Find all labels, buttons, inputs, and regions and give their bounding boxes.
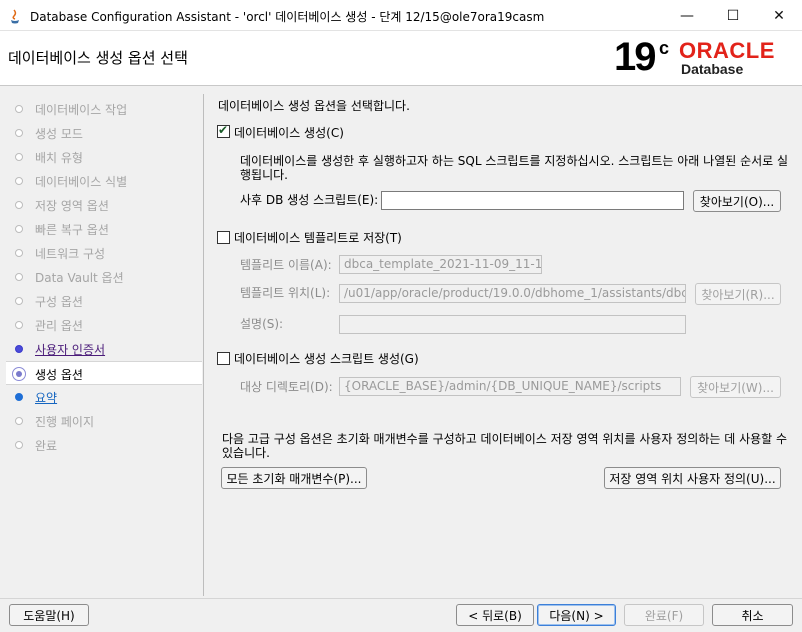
cancel-button[interactable]: 취소 — [712, 604, 793, 626]
create-db-label[interactable]: 데이터베이스 생성(C) — [234, 124, 344, 141]
template-name-input[interactable]: dbca_template_2021-11-09_11-18- — [339, 255, 542, 274]
step-label: 요약 — [35, 391, 58, 405]
step-item[interactable]: 사용자 인증서 — [6, 337, 202, 361]
dest-dir-label: 대상 디렉토리(D): — [240, 380, 333, 394]
step-status-icon — [15, 177, 23, 185]
step-label: 완료 — [35, 439, 58, 453]
step-status-icon — [15, 393, 23, 401]
title-bar: Database Configuration Assistant - 'orcl… — [0, 0, 802, 31]
step-status-icon — [15, 225, 23, 233]
next-button[interactable]: 다음(N) > — [537, 604, 616, 626]
step-item: 구성 옵션 — [6, 289, 202, 313]
logo-product: Database — [681, 61, 744, 77]
minimize-icon: — — [680, 7, 694, 24]
step-status-icon — [15, 345, 23, 353]
step-item: 데이터베이스 식별 — [6, 169, 202, 193]
step-item: 배치 유형 — [6, 145, 202, 169]
help-button[interactable]: 도움말(H) — [9, 604, 89, 626]
step-status-icon — [15, 201, 23, 209]
step-item: 네트워크 구성 — [6, 241, 202, 265]
step-item[interactable]: 요약 — [6, 385, 202, 409]
step-label: 사용자 인증서 — [35, 343, 106, 357]
step-label: 배치 유형 — [35, 151, 83, 165]
step-item: 데이터베이스 작업 — [6, 97, 202, 121]
dest-dir-input[interactable]: {ORACLE_BASE}/admin/{DB_UNIQUE_NAME}/scr… — [339, 377, 681, 396]
step-label: 관리 옵션 — [35, 319, 83, 333]
intro-text: 데이터베이스 생성 옵션을 선택합니다. — [218, 99, 410, 113]
template-name-label: 템플리트 이름(A): — [240, 258, 332, 272]
footer-separator — [0, 598, 802, 599]
step-label: 생성 모드 — [35, 127, 83, 141]
step-label: 구성 옵션 — [35, 295, 83, 309]
minimize-button[interactable]: — — [664, 0, 710, 31]
dest-dir-browse-button[interactable]: 찾아보기(W)... — [690, 376, 781, 398]
step-item: Data Vault 옵션 — [6, 265, 202, 289]
page-title: 데이터베이스 생성 옵션 선택 — [8, 49, 188, 67]
step-item: 빠른 복구 옵션 — [6, 217, 202, 241]
finish-button[interactable]: 완료(F) — [624, 604, 704, 626]
step-label: 데이터베이스 작업 — [35, 103, 128, 117]
step-item: 생성 모드 — [6, 121, 202, 145]
step-label: 빠른 복구 옵션 — [35, 223, 109, 237]
logo-superscript: c — [659, 38, 670, 58]
step-item: 완료 — [6, 433, 202, 457]
step-label: 저장 영역 옵션 — [35, 199, 109, 213]
back-button[interactable]: < 뒤로(B) — [456, 604, 534, 626]
step-label: 데이터베이스 식별 — [35, 175, 128, 189]
all-init-params-button[interactable]: 모든 초기화 매개변수(P)... — [221, 467, 367, 489]
template-desc-label: 설명(S): — [240, 317, 284, 331]
create-db-description-line1: 데이터베이스를 생성한 후 실행하고자 하는 SQL 스크립트를 지정하십시오.… — [240, 154, 789, 168]
advanced-note-line2: 있습니다. — [222, 446, 270, 460]
step-status-icon — [12, 367, 26, 381]
maximize-button[interactable]: ☐ — [710, 0, 756, 31]
steps-panel: 데이터베이스 작업생성 모드배치 유형데이터베이스 식별저장 영역 옵션빠른 복… — [6, 94, 202, 596]
step-status-icon — [15, 129, 23, 137]
template-location-browse-button[interactable]: 찾아보기(R)... — [695, 283, 781, 305]
step-status-icon — [15, 441, 23, 449]
step-item: 관리 옵션 — [6, 313, 202, 337]
template-desc-input[interactable] — [339, 315, 686, 334]
window-title: Database Configuration Assistant - 'orcl… — [30, 10, 545, 24]
post-script-label: 사후 DB 생성 스크립트(E): — [240, 193, 379, 207]
main-content: 데이터베이스 생성 옵션을 선택합니다. 데이터베이스 생성(C) 데이터베이스… — [204, 86, 802, 598]
post-script-browse-button[interactable]: 찾아보기(O)... — [693, 190, 781, 212]
close-button[interactable]: ✕ — [756, 0, 802, 31]
step-status-icon — [15, 249, 23, 257]
step-label: Data Vault 옵션 — [35, 271, 124, 285]
step-item: 저장 영역 옵션 — [6, 193, 202, 217]
create-db-description-line2: 행됩니다. — [240, 168, 288, 182]
gen-scripts-label[interactable]: 데이터베이스 생성 스크립트 생성(G) — [234, 350, 419, 367]
save-template-checkbox[interactable] — [217, 231, 230, 244]
step-label: 생성 옵션 — [35, 368, 83, 382]
step-status-icon — [15, 153, 23, 161]
close-icon: ✕ — [773, 7, 785, 24]
save-template-label[interactable]: 데이터베이스 템플리트로 저장(T) — [234, 229, 402, 246]
gen-scripts-checkbox[interactable] — [217, 352, 230, 365]
step-label: 네트워크 구성 — [35, 247, 106, 261]
template-location-label: 템플리트 위치(L): — [240, 286, 331, 300]
maximize-icon: ☐ — [726, 7, 740, 24]
template-location-input[interactable]: /u01/app/oracle/product/19.0.0/dbhome_1/… — [339, 284, 686, 303]
logo-version: 19 — [614, 35, 656, 79]
step-item: 진행 페이지 — [6, 409, 202, 433]
step-label: 진행 페이지 — [35, 415, 95, 429]
create-db-checkbox[interactable] — [217, 123, 230, 138]
customize-storage-button[interactable]: 저장 영역 위치 사용자 정의(U)... — [604, 467, 781, 489]
page-header: 데이터베이스 생성 옵션 선택 19 c ORACLE Database — [0, 31, 802, 86]
step-status-icon — [15, 321, 23, 329]
advanced-note-line1: 다음 고급 구성 옵션은 초기화 매개변수를 구성하고 데이터베이스 저장 영역… — [222, 432, 788, 446]
post-script-input[interactable] — [381, 191, 684, 210]
step-status-icon — [15, 105, 23, 113]
step-item[interactable]: 생성 옵션 — [6, 361, 202, 385]
step-status-icon — [15, 417, 23, 425]
step-status-icon — [15, 297, 23, 305]
java-app-icon — [11, 9, 19, 24]
step-status-icon — [15, 273, 23, 281]
